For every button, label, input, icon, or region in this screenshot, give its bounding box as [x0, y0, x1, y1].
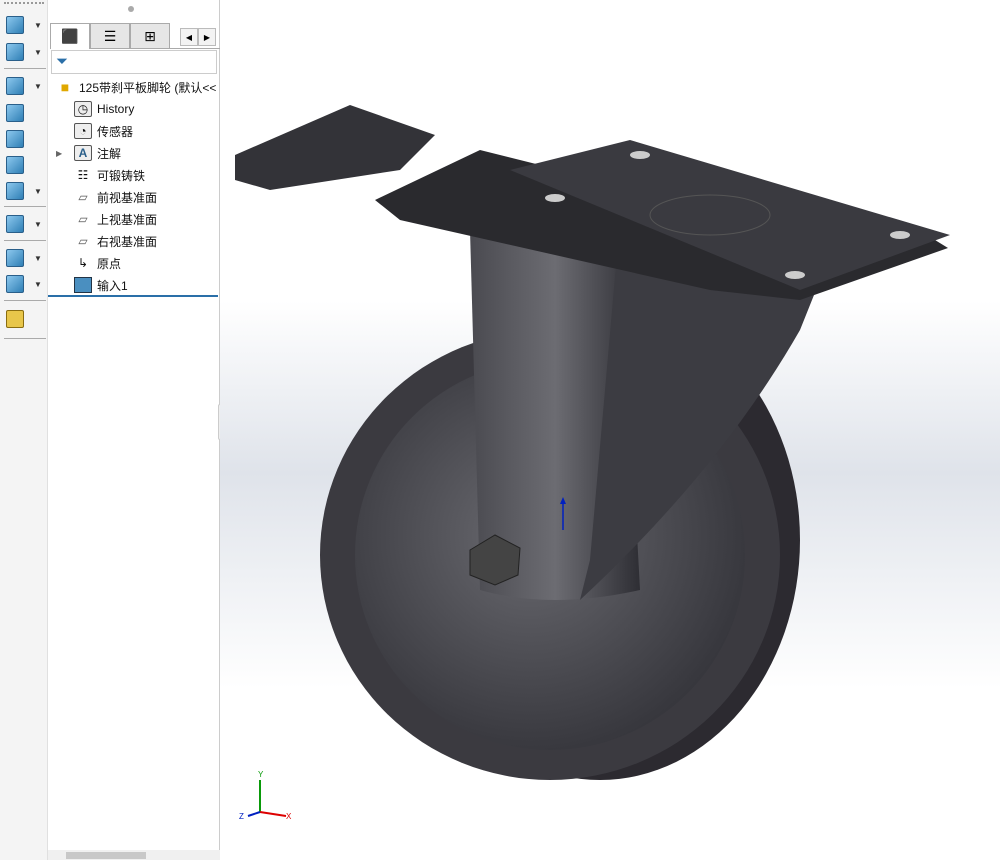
linear-pattern-icon	[6, 215, 24, 233]
tree-item-sensors[interactable]: ◔ 传感器	[48, 120, 220, 142]
tree-item-annotations[interactable]: ▶ A 注解	[48, 142, 220, 164]
tree-item-label: 上视基准面	[97, 212, 158, 227]
measure-icon	[6, 310, 24, 328]
tree-item-label: 前视基准面	[97, 190, 158, 205]
reference-geometry-button[interactable]: ▼	[6, 247, 44, 269]
plane-icon: ▱	[78, 234, 88, 248]
separator	[4, 300, 46, 301]
shell-button[interactable]	[6, 128, 44, 150]
tree-item-label: 传感器	[97, 124, 134, 139]
sensors-folder-icon: ◔	[74, 123, 92, 139]
command-toolbar: ▼ ▼ ▼ ▼ ▼ ▼ ▼	[0, 0, 48, 860]
tab-configuration-manager[interactable]: ⊞	[130, 23, 170, 49]
tab-scroll-right-button[interactable]: ▶	[198, 28, 216, 46]
separator	[4, 206, 46, 207]
chevron-down-icon[interactable]: ▼	[34, 280, 42, 289]
tree-item-imported-body[interactable]: 输入1	[48, 274, 220, 296]
separator	[4, 338, 46, 339]
material-icon: ☷	[77, 168, 89, 182]
reference-geometry-icon	[6, 249, 24, 267]
plane-icon: ▱	[78, 212, 88, 226]
imported-body-icon	[74, 277, 92, 293]
feature-manager-panel: ⬛ ☰ ⊞ ◀ ▶ ⏷ ■ 125带刹平板脚轮 (默认<< ◷ History ◔ 传感…	[48, 0, 220, 860]
chevron-down-icon[interactable]: ▼	[34, 220, 42, 229]
extruded-cut-button[interactable]: ▼	[6, 41, 44, 63]
fillet-button[interactable]: ▼	[6, 75, 44, 97]
tree-item-front-plane[interactable]: ▱ 前视基准面	[48, 186, 220, 208]
separator	[4, 68, 46, 69]
tab-scroll-left-button[interactable]: ◀	[180, 28, 198, 46]
filter-icon: ⏷	[56, 53, 69, 70]
chamfer-button[interactable]	[6, 154, 44, 176]
caster-model	[235, 105, 950, 780]
mount-hole	[630, 151, 650, 159]
plane-icon: ▱	[78, 190, 88, 204]
tree-filter[interactable]: ⏷	[51, 50, 217, 74]
triad-y-label: Y	[258, 770, 264, 779]
tree-item-label: 注解	[97, 146, 122, 161]
extruded-boss-button[interactable]: ▼	[6, 14, 44, 36]
extruded-cut-icon	[6, 43, 24, 61]
feature-tree: ■ 125带刹平板脚轮 (默认<< ◷ History ◔ 传感器 ▶ A 注解 ☷ 可锻铸…	[48, 76, 220, 296]
tree-item-right-plane[interactable]: ▱ 右视基准面	[48, 230, 220, 252]
scrollbar-thumb[interactable]	[66, 852, 146, 859]
view-triad: Y X Z	[238, 770, 298, 825]
horizontal-scrollbar[interactable]	[48, 850, 220, 860]
tree-item-label: 原点	[97, 256, 122, 271]
expand-arrow-icon[interactable]: ▶	[56, 149, 74, 158]
extruded-boss-icon	[6, 16, 24, 34]
linear-pattern-button[interactable]: ▼	[6, 213, 44, 235]
chevron-down-icon[interactable]: ▼	[34, 21, 42, 30]
tree-item-history[interactable]: ◷ History	[48, 98, 220, 120]
tab-feature-manager[interactable]: ⬛	[50, 23, 90, 49]
tree-item-label: History	[97, 102, 135, 116]
brake-pedal	[235, 105, 435, 190]
tree-item-label: 右视基准面	[97, 234, 158, 249]
curves-button[interactable]: ▼	[6, 273, 44, 295]
chamfer-icon	[6, 156, 24, 174]
tree-item-material[interactable]: ☷ 可锻铸铁	[48, 164, 220, 186]
history-folder-icon: ◷	[74, 101, 92, 117]
part-name: 125带刹平板脚轮 (默认<<	[79, 80, 217, 95]
origin-icon: ↳	[77, 256, 89, 270]
chevron-down-icon[interactable]: ▼	[34, 187, 42, 196]
shell-icon	[6, 130, 24, 148]
rib-icon	[6, 104, 24, 122]
annotations-folder-icon: A	[74, 145, 92, 161]
intersect-icon	[6, 182, 24, 200]
triad-x-label: X	[286, 812, 292, 821]
triad-z-label: Z	[239, 812, 244, 821]
curves-icon	[6, 275, 24, 293]
chevron-down-icon[interactable]: ▼	[34, 254, 42, 263]
mount-hole	[890, 231, 910, 239]
graphics-area[interactable]: Y X Z	[220, 0, 1000, 860]
chevron-down-icon[interactable]: ▼	[34, 82, 42, 91]
mount-hole	[545, 194, 565, 202]
tree-item-top-plane[interactable]: ▱ 上视基准面	[48, 208, 220, 230]
tree-item-label: 可锻铸铁	[97, 168, 146, 183]
tree-root[interactable]: ■ 125带刹平板脚轮 (默认<<	[48, 76, 220, 98]
part-icon: ■	[60, 79, 70, 95]
tree-item-origin[interactable]: ↳ 原点	[48, 252, 220, 274]
fillet-icon	[6, 77, 24, 95]
mount-hole	[785, 271, 805, 279]
measure-button[interactable]	[6, 308, 44, 330]
tab-property-manager[interactable]: ☰	[90, 23, 130, 49]
toolbar-grip[interactable]	[4, 2, 44, 5]
separator	[4, 240, 46, 241]
panel-handle[interactable]	[128, 6, 134, 12]
rib-button[interactable]	[6, 102, 44, 124]
tree-item-label: 输入1	[97, 278, 128, 293]
rollback-bar[interactable]	[48, 295, 218, 297]
intersect-button[interactable]: ▼	[6, 180, 44, 202]
chevron-down-icon[interactable]: ▼	[34, 48, 42, 57]
